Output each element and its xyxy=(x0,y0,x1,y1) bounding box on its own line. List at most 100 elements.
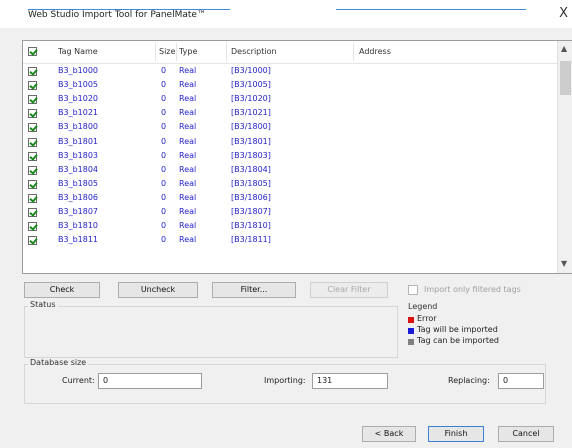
row-checkbox[interactable] xyxy=(28,222,37,232)
table-row[interactable]: B3_b1020 0 Real [B3/1020] xyxy=(23,93,557,107)
check-button[interactable]: Check xyxy=(24,282,100,298)
type-cell: Real xyxy=(179,150,197,160)
table-row[interactable]: B3_b1804 0 Real [B3/1804] xyxy=(23,164,557,178)
size-cell: 0 xyxy=(161,164,167,174)
table-row[interactable]: B3_b1005 0 Real [B3/1005] xyxy=(23,79,557,93)
tag-name-cell: B3_b1000 xyxy=(58,66,99,75)
import-filtered-checkbox[interactable] xyxy=(408,285,418,295)
title-bar: Web Studio Import Tool for PanelMate™ X xyxy=(0,0,572,28)
importing-field[interactable]: 131 xyxy=(312,373,388,389)
will-import-swatch-icon xyxy=(408,328,414,334)
type-cell: Real xyxy=(179,66,197,75)
row-checkbox[interactable] xyxy=(28,95,37,105)
type-cell: Real xyxy=(179,192,197,202)
type-cell: Real xyxy=(179,164,197,174)
current-field[interactable]: 0 xyxy=(98,373,202,389)
tag-name-cell: B3_b1811 xyxy=(58,235,99,245)
table-row[interactable]: B3_b1805 0 Real [B3/1805] xyxy=(23,178,557,192)
tag-name-cell: B3_b1800 xyxy=(58,122,99,132)
size-cell: 0 xyxy=(161,207,167,216)
row-checkbox[interactable] xyxy=(28,137,37,147)
description-cell: [B3/1810] xyxy=(231,221,271,231)
cancel-button[interactable]: Cancel xyxy=(498,426,554,442)
row-checkbox[interactable] xyxy=(28,151,37,161)
table-row[interactable]: B3_b1021 0 Real [B3/1021] xyxy=(23,107,557,121)
finish-button[interactable]: Finish xyxy=(428,426,484,442)
column-header-tag-name[interactable]: Tag Name xyxy=(58,47,98,56)
status-title: Status xyxy=(28,300,58,309)
tag-name-cell: B3_b1801 xyxy=(58,136,99,146)
size-cell: 0 xyxy=(161,94,167,104)
current-label: Current: xyxy=(62,376,95,385)
vertical-scrollbar[interactable]: ▲ ▼ xyxy=(557,41,572,273)
import-filtered-label: Import only filtered tags xyxy=(424,285,521,294)
scroll-down-icon[interactable]: ▼ xyxy=(561,259,567,268)
row-checkbox[interactable] xyxy=(28,81,37,91)
size-cell: 0 xyxy=(161,150,167,160)
column-separator xyxy=(176,43,177,61)
description-cell: [B3/1811] xyxy=(231,235,271,245)
tag-table[interactable]: Tag Name Size Type Description Address B… xyxy=(22,40,572,274)
table-row[interactable]: B3_b1807 0 Real [B3/1807] xyxy=(23,206,557,220)
table-row[interactable]: B3_b1803 0 Real [B3/1803] xyxy=(23,150,557,164)
type-cell: Real xyxy=(179,136,197,146)
legend-item-will-import: Tag will be imported xyxy=(417,325,498,334)
row-checkbox[interactable] xyxy=(28,67,37,76)
table-row[interactable]: B3_b1811 0 Real [B3/1811] xyxy=(23,234,557,248)
tag-name-cell: B3_b1803 xyxy=(58,150,99,160)
row-checkbox[interactable] xyxy=(28,179,37,189)
size-cell: 0 xyxy=(161,235,167,245)
tag-name-cell: B3_b1804 xyxy=(58,164,99,174)
title-accent-line-right xyxy=(336,9,526,10)
legend-item-error: Error xyxy=(417,314,437,323)
type-cell: Real xyxy=(179,207,197,216)
error-swatch-icon xyxy=(408,317,414,323)
uncheck-button[interactable]: Uncheck xyxy=(118,282,198,298)
table-row[interactable]: B3_b1800 0 Real [B3/1800] xyxy=(23,121,557,135)
column-header-description[interactable]: Description xyxy=(231,47,277,56)
can-import-swatch-icon xyxy=(408,339,414,345)
legend-item-can-import: Tag can be imported xyxy=(417,336,499,345)
type-cell: Real xyxy=(179,178,197,188)
window-title: Web Studio Import Tool for PanelMate™ xyxy=(28,10,206,20)
row-checkbox[interactable] xyxy=(28,208,37,217)
type-cell: Real xyxy=(179,80,197,90)
column-separator xyxy=(155,43,156,61)
status-group xyxy=(24,306,398,358)
column-header-size[interactable]: Size xyxy=(159,47,175,56)
size-cell: 0 xyxy=(161,80,167,90)
tag-name-cell: B3_b1806 xyxy=(58,192,99,202)
type-cell: Real xyxy=(179,235,197,245)
table-row[interactable]: B3_b1000 0 Real [B3/1000] xyxy=(23,65,557,79)
clear-filter-button[interactable]: Clear Filter xyxy=(310,282,388,298)
tag-name-cell: B3_b1020 xyxy=(58,94,99,104)
table-row[interactable]: B3_b1810 0 Real [B3/1810] xyxy=(23,220,557,234)
column-header-address[interactable]: Address xyxy=(359,47,391,56)
table-header: Tag Name Size Type Description Address xyxy=(23,41,557,64)
column-separator xyxy=(353,43,354,61)
close-icon[interactable]: X xyxy=(559,6,568,21)
description-cell: [B3/1805] xyxy=(231,178,271,188)
select-all-checkbox[interactable] xyxy=(28,47,37,56)
legend-title: Legend xyxy=(408,302,438,311)
scroll-thumb[interactable] xyxy=(560,61,571,95)
description-cell: [B3/1005] xyxy=(231,80,271,90)
replacing-field[interactable]: 0 xyxy=(498,373,544,389)
row-checkbox[interactable] xyxy=(28,236,37,246)
row-checkbox[interactable] xyxy=(28,109,37,119)
row-checkbox[interactable] xyxy=(28,165,37,175)
table-row[interactable]: B3_b1801 0 Real [B3/1801] xyxy=(23,136,557,150)
column-header-type[interactable]: Type xyxy=(179,47,197,56)
size-cell: 0 xyxy=(161,108,167,118)
scroll-up-icon[interactable]: ▲ xyxy=(561,44,567,53)
back-button[interactable]: < Back xyxy=(362,426,416,442)
filter-button[interactable]: Filter... xyxy=(212,282,296,298)
row-checkbox[interactable] xyxy=(28,123,37,133)
table-row[interactable]: B3_b1806 0 Real [B3/1806] xyxy=(23,192,557,206)
type-cell: Real xyxy=(179,122,197,132)
importing-label: Importing: xyxy=(264,376,306,385)
size-cell: 0 xyxy=(161,66,167,75)
type-cell: Real xyxy=(179,94,197,104)
row-checkbox[interactable] xyxy=(28,193,37,203)
description-cell: [B3/1000] xyxy=(231,66,271,75)
